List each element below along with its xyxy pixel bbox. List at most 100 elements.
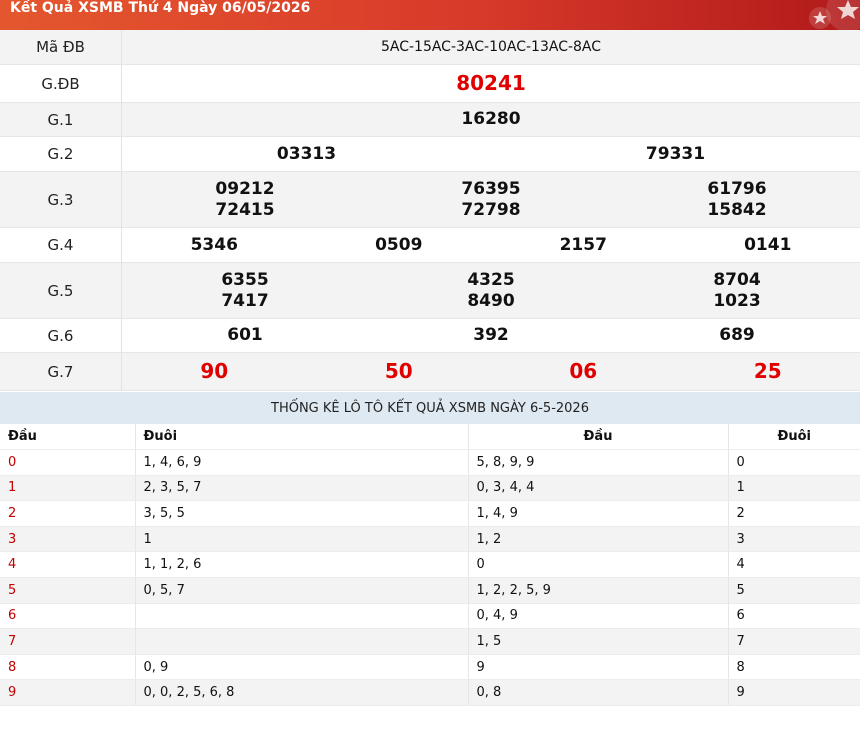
prize-row: G.1 16280 <box>0 103 860 137</box>
stats-cell: 1, 5 <box>468 628 729 655</box>
stats-cell: 1 <box>0 475 136 502</box>
stats-cell: 7 <box>728 628 860 655</box>
prize-number: 8704 <box>713 269 761 290</box>
stats-row: 1 2, 3, 5, 7 0, 3, 4, 41 <box>0 475 860 502</box>
stats-cell: 1, 4, 9 <box>468 500 729 527</box>
prize-number-cell: 09212 72415 <box>122 172 368 227</box>
prize-label: Mã ĐB <box>0 30 122 64</box>
prize-number: 1023 <box>713 290 761 311</box>
prize-label: G.1 <box>0 103 122 136</box>
stats-cell: 0 <box>728 449 860 476</box>
prize-row: G.4 5346 0509 2157 0141 <box>0 228 860 263</box>
prize-number-cell: 06 <box>569 359 598 383</box>
stats-cell: 1, 2, 2, 5, 9 <box>468 577 729 604</box>
prize-row: G.6 601 392 689 <box>0 319 860 353</box>
prize-label: G.5 <box>0 263 122 318</box>
prize-number-cell: 0509 <box>375 234 423 255</box>
stats-cell: 4 <box>728 551 860 579</box>
prize-number-cell: 25 <box>753 359 782 383</box>
stats-cell: 4 <box>0 551 136 579</box>
prize-row: G.2 03313 79331 <box>0 137 860 172</box>
stats-row: 0 1, 4, 6, 9 5, 8, 9, 90 <box>0 449 860 476</box>
stats-cell: 2 <box>0 500 136 527</box>
star-decoration-icon <box>809 0 860 30</box>
prize-number: 7417 <box>221 290 269 311</box>
prize-number-cell: 8704 1023 <box>614 263 860 318</box>
prize-number-cell: 2157 <box>559 234 607 255</box>
stats-cell: 3, 5, 5 <box>135 500 469 527</box>
stats-header-row: Đầu Đuôi Đầu Đuôi <box>0 424 860 451</box>
col-header-dau-2: Đầu <box>468 424 729 451</box>
stats-row: 3 1 1, 23 <box>0 526 860 553</box>
prize-number: 61796 <box>707 178 767 199</box>
stats-title: THỐNG KÊ LÔ TÔ KẾT QUẢ XSMB NGÀY 6-5-202… <box>0 392 860 424</box>
prize-number-cell: 392 <box>473 325 509 345</box>
prize-number-cell: 6355 7417 <box>122 263 368 318</box>
loto-stats-table: Đầu Đuôi Đầu Đuôi 0 1, 4, 6, 9 5, 8, 9, 90… <box>0 424 860 707</box>
prize-label: G.3 <box>0 172 122 227</box>
prize-number-cell: 0141 <box>744 234 792 255</box>
prize-number-cell: 5AC-15AC-3AC-10AC-13AC-8AC <box>380 38 602 55</box>
prize-number-cell: 601 <box>227 325 263 345</box>
col-header-dau-1: Đầu <box>0 424 136 451</box>
prize-number: 76395 <box>461 178 521 199</box>
stats-cell: 9 <box>468 654 729 681</box>
prize-label: G.7 <box>0 353 122 390</box>
prize-number-cell: 76395 72798 <box>368 172 614 227</box>
prize-number-cell: 5346 <box>190 234 238 255</box>
prize-label: G.ĐB <box>0 65 122 102</box>
prize-number: 15842 <box>707 199 767 220</box>
stats-cell: 2, 3, 5, 7 <box>135 475 469 502</box>
stats-cell <box>135 603 469 630</box>
col-header-duoi-1: Đuôi <box>135 424 469 451</box>
prize-row: Mã ĐB 5AC-15AC-3AC-10AC-13AC-8AC <box>0 30 860 65</box>
prize-label: G.4 <box>0 228 122 262</box>
stats-cell: 1, 2 <box>468 526 729 553</box>
prize-number: 4325 <box>467 269 515 290</box>
prize-number-cell: 50 <box>384 359 413 383</box>
stats-cell: 9 <box>0 679 136 707</box>
stats-cell: 9 <box>728 679 860 707</box>
stats-cell: 1, 1, 2, 6 <box>135 551 469 579</box>
stats-cell: 1 <box>135 526 469 553</box>
prize-number-cell: 80241 <box>456 71 526 95</box>
header-title: Kết Quả XSMB Thứ 4 Ngày 06/05/2026 <box>10 0 311 16</box>
prize-number: 72798 <box>461 199 521 220</box>
prize-number-cell: 689 <box>719 325 755 345</box>
stats-cell: 8 <box>728 654 860 681</box>
prize-number-cell: 16280 <box>461 109 521 129</box>
prize-number-cell: 79331 <box>645 143 706 164</box>
prize-number: 6355 <box>221 269 269 290</box>
prize-row: G.5 6355 7417 4325 8490 8704 1023 <box>0 263 860 319</box>
prize-number: 09212 <box>215 178 275 199</box>
stats-cell: 5 <box>0 577 136 604</box>
stats-cell: 0, 8 <box>468 679 729 707</box>
stats-row: 2 3, 5, 5 1, 4, 92 <box>0 500 860 527</box>
stats-cell: 0, 0, 2, 5, 6, 8 <box>135 679 469 707</box>
prize-row: G.ĐB 80241 <box>0 65 860 103</box>
stats-cell: 0, 9 <box>135 654 469 681</box>
stats-cell: 3 <box>0 526 136 553</box>
stats-cell: 0, 5, 7 <box>135 577 469 604</box>
stats-row: 5 0, 5, 7 1, 2, 2, 5, 95 <box>0 577 860 604</box>
stats-row: 6 0, 4, 96 <box>0 603 860 630</box>
stats-cell: 6 <box>0 603 136 630</box>
stats-cell: 7 <box>0 628 136 655</box>
stats-cell: 1 <box>728 475 860 502</box>
prize-row: G.7 90 50 06 25 <box>0 353 860 391</box>
stats-cell: 0 <box>0 449 136 476</box>
stats-cell: 1, 4, 6, 9 <box>135 449 469 476</box>
prize-number-cell: 61796 15842 <box>614 172 860 227</box>
prize-label: G.6 <box>0 319 122 352</box>
prize-number: 8490 <box>467 290 515 311</box>
stats-cell <box>135 628 469 655</box>
prize-label: G.2 <box>0 137 122 171</box>
stats-row: 7 1, 57 <box>0 628 860 655</box>
stats-cell: 0 <box>468 551 729 579</box>
stats-cell: 2 <box>728 500 860 527</box>
results-header: Kết Quả XSMB Thứ 4 Ngày 06/05/2026 <box>0 0 860 30</box>
stats-row: 9 0, 0, 2, 5, 6, 8 0, 89 <box>0 679 860 707</box>
prize-table: Mã ĐB 5AC-15AC-3AC-10AC-13AC-8AC G.ĐB 80241… <box>0 30 860 391</box>
stats-cell: 0, 4, 9 <box>468 603 729 630</box>
stats-cell: 0, 3, 4, 4 <box>468 475 729 502</box>
